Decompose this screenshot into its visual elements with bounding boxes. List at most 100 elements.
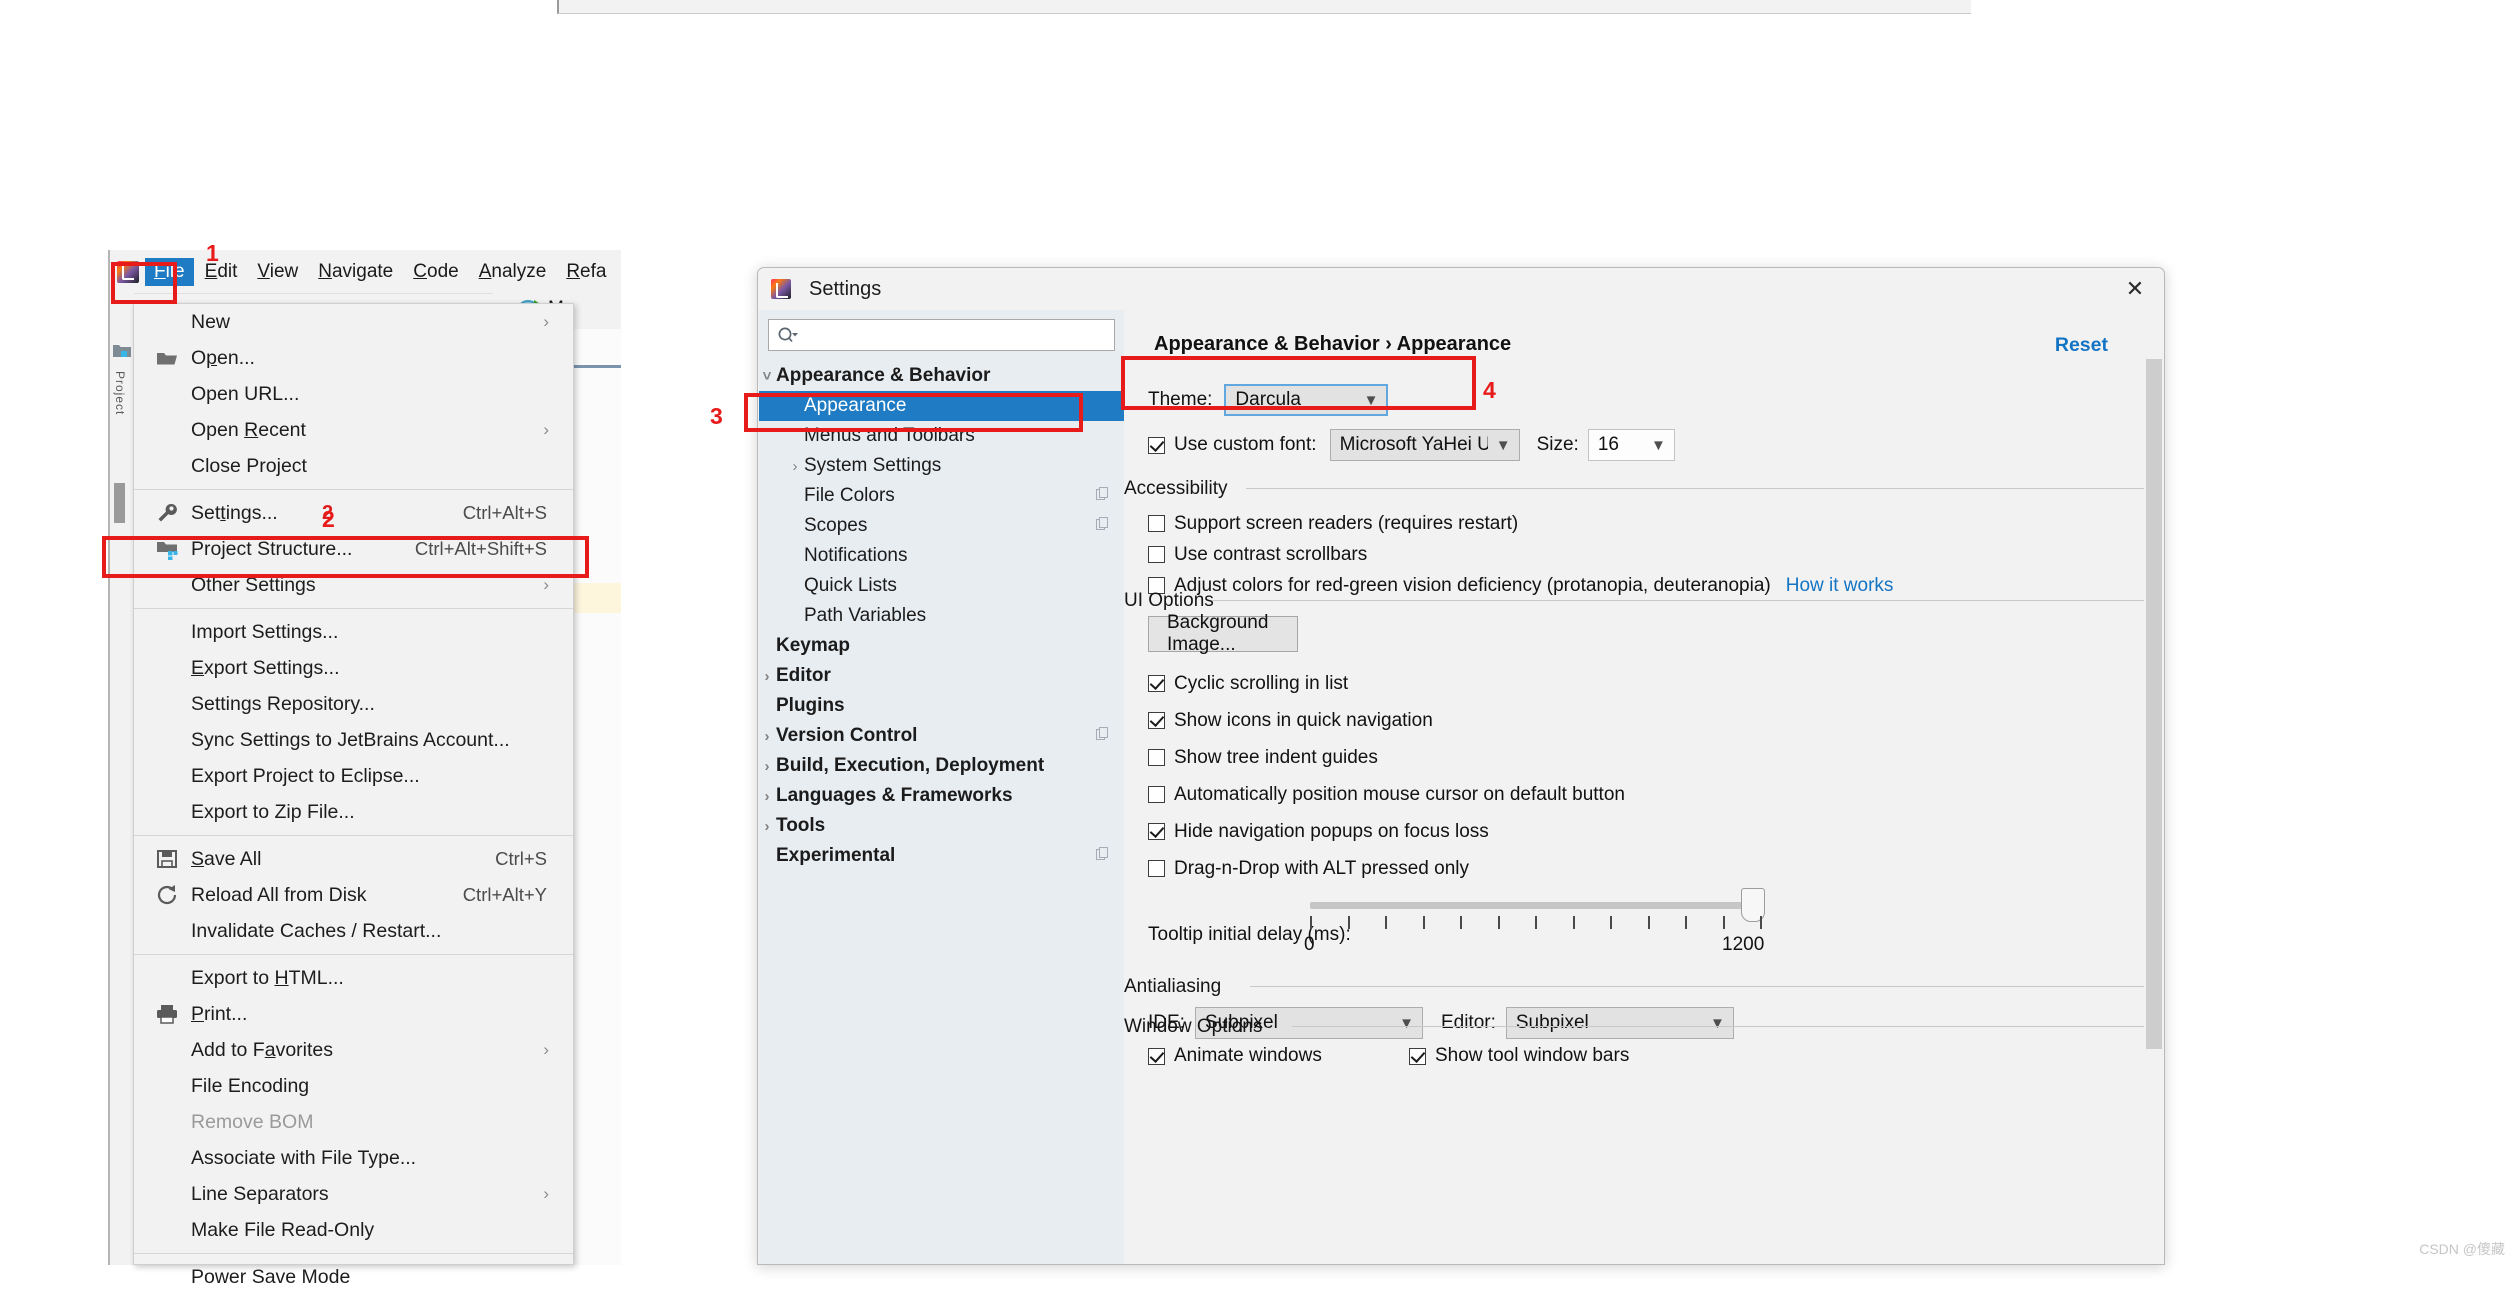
chevron-down-icon[interactable]: ˅ [759,368,775,385]
settings-dialog[interactable]: Settings ✕ ˅ Appearance & Behavior Appeara… [757,267,2165,1265]
file-menu-item-new[interactable]: New › [134,304,573,340]
ui-options-list[interactable]: Cyclic scrolling in list Show icons in qu… [1148,665,1625,887]
settings-scrollbar[interactable] [2144,359,2164,1264]
tooltip-delay-slider-track[interactable] [1310,902,1757,909]
ui-option-checkbox-4[interactable] [1148,823,1165,840]
file-menu-item-make-file-read-only[interactable]: Make File Read-Only [134,1212,573,1248]
ui-option-row-2[interactable]: Show tree indent guides [1148,739,1625,776]
antialiasing-editor-select[interactable]: Subpixel ▼ [1505,1007,1734,1039]
file-dropdown-menu[interactable]: New › Open... Open URL... Open Recent › Close … [133,303,574,1288]
file-menu-item-associate-with-file-type[interactable]: Associate with File Type... [134,1140,573,1176]
theme-select[interactable]: Darcula ▼ [1224,384,1389,416]
file-menu-item-power-save-mode[interactable]: Power Save Mode [134,1259,573,1295]
settings-tree-item-file-colors[interactable]: File Colors [759,481,1124,511]
background-image-button[interactable]: Background Image... [1148,612,1298,655]
settings-tree-item-editor[interactable]: › Editor [759,661,1124,691]
settings-tree-item-build-execution-deployment[interactable]: › Build, Execution, Deployment [759,751,1124,781]
search-container[interactable] [759,310,1124,351]
ide-menu-bar[interactable]: File Edit View Navigate Code Analyze Refa [110,250,621,294]
file-menu-item-close-project[interactable]: Close Project [134,448,573,484]
accessibility-row-0[interactable]: Support screen readers (requires restart… [1148,508,1893,539]
settings-tree-item-tools[interactable]: › Tools [759,811,1124,841]
menubar-item-view[interactable]: View [248,258,307,286]
settings-tree-item-system-settings[interactable]: › System Settings [759,451,1124,481]
file-menu-item-open-recent[interactable]: Open Recent › [134,412,573,448]
menubar-item-edit[interactable]: Edit [196,258,247,286]
menubar-item-file[interactable]: File [145,257,194,286]
settings-tree-item-appearance-behavior[interactable]: ˅ Appearance & Behavior [759,361,1124,391]
accessibility-row-2[interactable]: Adjust colors for red-green vision defic… [1148,570,1893,601]
ui-option-checkbox-3[interactable] [1148,786,1165,803]
ui-option-row-4[interactable]: Hide navigation popups on focus loss [1148,813,1625,850]
settings-tree-item-scopes[interactable]: Scopes [759,511,1124,541]
settings-tree-item-version-control[interactable]: › Version Control [759,721,1124,751]
ui-option-row-3[interactable]: Automatically position mouse cursor on d… [1148,776,1625,813]
file-menu-item-export-to-zip-file[interactable]: Export to Zip File... [134,794,573,830]
settings-detail-pane[interactable]: Appearance & Behavior › Appearance Reset… [1124,310,2164,1264]
accessibility-options[interactable]: Support screen readers (requires restart… [1148,508,1893,601]
file-menu-item-project-structure[interactable]: Project Structure... Ctrl+Alt+Shift+S [134,531,573,567]
theme-row[interactable]: Theme: Darcula ▼ [1148,384,1389,416]
search-field[interactable] [804,323,1068,347]
custom-font-row[interactable]: Use custom font: Microsoft YaHei UI ▼ Si… [1148,429,1675,461]
show-tool-window-bars-checkbox[interactable] [1409,1047,1426,1065]
font-family-select[interactable]: Microsoft YaHei UI ▼ [1329,429,1520,461]
settings-tree-item-experimental[interactable]: Experimental [759,841,1124,871]
menubar-item-refa[interactable]: Refa [557,258,615,286]
file-menu-item-export-settings[interactable]: Export Settings... [134,650,573,686]
ui-option-row-1[interactable]: Show icons in quick navigation [1148,702,1625,739]
ui-option-checkbox-0[interactable] [1148,675,1165,692]
ui-option-row-0[interactable]: Cyclic scrolling in list [1148,665,1625,702]
file-menu-item-import-settings[interactable]: Import Settings... [134,614,573,650]
use-custom-font-checkbox[interactable] [1148,436,1165,454]
file-menu-item-sync-settings-to-jetbrains-account[interactable]: Sync Settings to JetBrains Account... [134,722,573,758]
show-tool-window-bars-row[interactable]: Show tool window bars [1409,1045,1629,1067]
settings-tree-item-appearance[interactable]: Appearance [759,391,1124,421]
chevron-right-icon[interactable]: › [759,818,775,835]
file-menu-item-settings-repository[interactable]: Settings Repository... [134,686,573,722]
settings-tree[interactable]: ˅ Appearance & Behavior Appearance Menus an… [759,361,1124,871]
reset-link[interactable]: Reset [2055,334,2108,357]
chevron-right-icon[interactable]: › [759,758,775,775]
chevron-right-icon[interactable]: › [759,788,775,805]
settings-tree-item-plugins[interactable]: Plugins [759,691,1124,721]
file-menu-item-export-project-to-eclipse[interactable]: Export Project to Eclipse... [134,758,573,794]
file-menu-item-file-encoding[interactable]: File Encoding [134,1068,573,1104]
how-it-works-link[interactable]: How it works [1786,575,1894,597]
file-menu-item-invalidate-caches-restart[interactable]: Invalidate Caches / Restart... [134,913,573,949]
animate-windows-row[interactable]: Animate windows [1148,1045,1322,1067]
menubar-item-analyze[interactable]: Analyze [470,258,556,286]
settings-tree-pane[interactable]: ˅ Appearance & Behavior Appearance Menus an… [759,310,1124,1264]
file-menu-item-print[interactable]: Print... [134,996,573,1032]
stripe-label-project[interactable]: Project [113,371,127,415]
accessibility-row-1[interactable]: Use contrast scrollbars [1148,539,1893,570]
settings-tree-item-quick-lists[interactable]: Quick Lists [759,571,1124,601]
ide-tool-window-stripe[interactable]: Project [110,293,134,1265]
settings-tree-item-menus-and-toolbars[interactable]: Menus and Toolbars [759,421,1124,451]
settings-tree-item-keymap[interactable]: Keymap [759,631,1124,661]
animate-windows-checkbox[interactable] [1148,1047,1165,1065]
file-menu-item-export-to-html[interactable]: Export to HTML... [134,960,573,996]
file-menu-item-open-url[interactable]: Open URL... [134,376,573,412]
menubar-item-code[interactable]: Code [404,258,467,286]
accessibility-checkbox-1[interactable] [1148,546,1165,563]
file-menu-item-reload-all-from-disk[interactable]: Reload All from Disk Ctrl+Alt+Y [134,877,573,913]
chevron-right-icon[interactable]: › [787,458,803,475]
file-menu-item-settings[interactable]: Settings... 2 Ctrl+Alt+S [134,495,573,531]
file-menu-item-open[interactable]: Open... [134,340,573,376]
close-icon[interactable]: ✕ [2120,276,2150,302]
ui-option-checkbox-1[interactable] [1148,712,1165,729]
chevron-right-icon[interactable]: › [759,668,775,685]
scrollbar-thumb[interactable] [2146,359,2162,1049]
file-menu-item-save-all[interactable]: Save All Ctrl+S [134,841,573,877]
accessibility-checkbox-0[interactable] [1148,515,1165,532]
file-menu-item-line-separators[interactable]: Line Separators › [134,1176,573,1212]
settings-tree-item-path-variables[interactable]: Path Variables [759,601,1124,631]
ui-option-checkbox-5[interactable] [1148,860,1165,877]
chevron-right-icon[interactable]: › [759,728,775,745]
ui-option-checkbox-2[interactable] [1148,749,1165,766]
search-input[interactable] [768,319,1115,351]
settings-tree-item-languages-frameworks[interactable]: › Languages & Frameworks [759,781,1124,811]
file-menu-item-add-to-favorites[interactable]: Add to Favorites › [134,1032,573,1068]
settings-tree-item-notifications[interactable]: Notifications [759,541,1124,571]
